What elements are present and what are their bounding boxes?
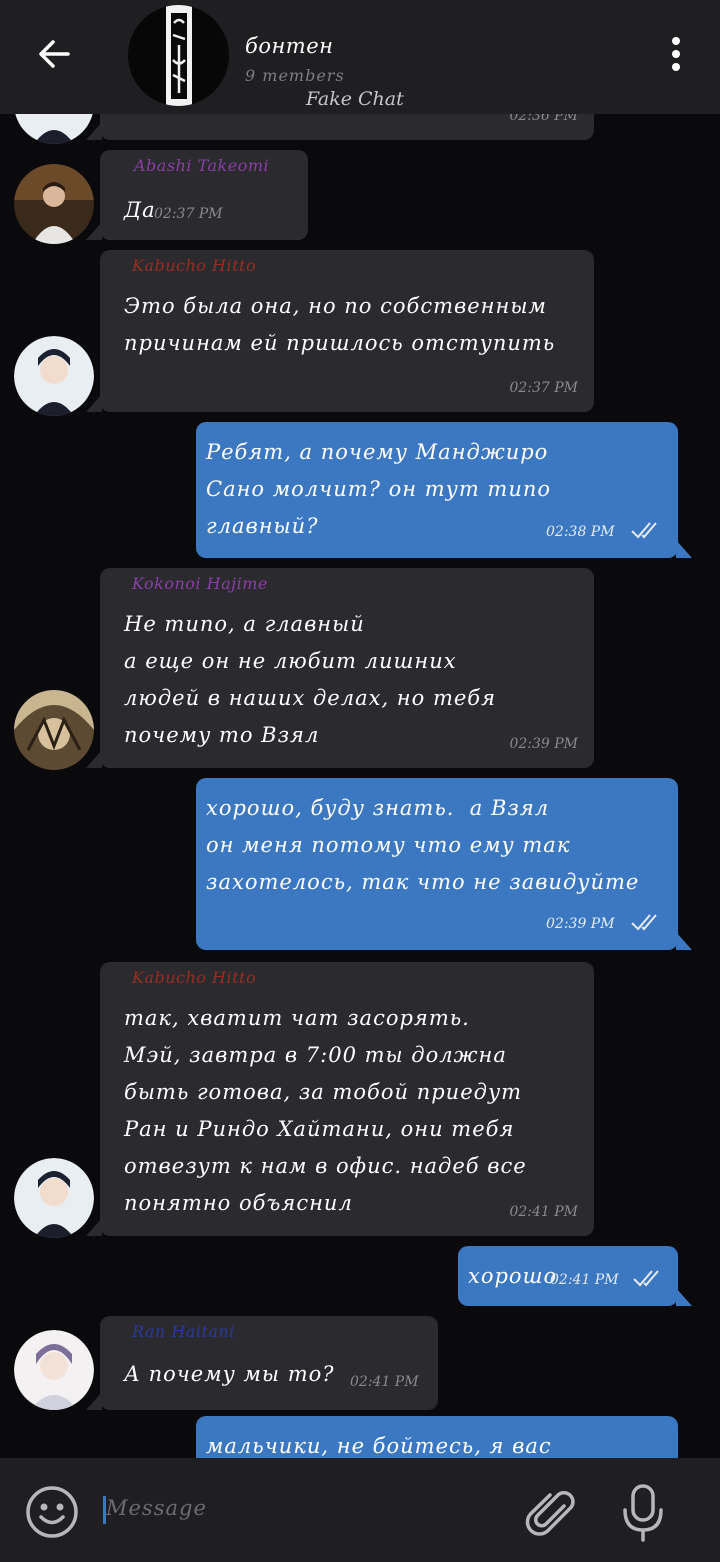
sender-name[interactable]: Kabucho Hitto [132, 968, 256, 987]
message-bubble-outgoing[interactable]: хорошо, буду знать. а Взял он меня потом… [196, 778, 692, 950]
avatar-abashi-takeomi[interactable] [14, 164, 94, 244]
message-time: 02:41 PM [350, 1374, 419, 1390]
message-bubble[interactable]: Abashi Takeomi Да 02:37 PM [86, 150, 308, 240]
message-row: Ran Haitani А почему мы то? 02:41 PM [0, 1316, 720, 1412]
message-bubble[interactable]: Kabucho Hitto так, хватит чат засорять. … [86, 962, 594, 1236]
message-bubble-outgoing[interactable]: хорошо 02:41 PM [458, 1246, 692, 1306]
read-receipt-icon [633, 1270, 659, 1287]
message-text: хорошо [468, 1264, 558, 1288]
sender-name[interactable]: Kabucho Hitto [132, 256, 256, 275]
read-receipt-icon [631, 914, 657, 931]
message-time: 02:36 PM [509, 114, 578, 124]
avatar-kabucho-hitto[interactable] [14, 1158, 94, 1238]
message-time: 02:41 PM [509, 1204, 578, 1220]
back-arrow-icon[interactable] [34, 34, 74, 74]
message-input-bar: Message [0, 1458, 720, 1562]
fake-chat-watermark: Fake Chat [306, 88, 404, 110]
sender-name[interactable]: Ran Haitani [132, 1322, 235, 1341]
avatar-ran-haitani[interactable] [14, 1330, 94, 1410]
message-bubble[interactable]: Ran Haitani А почему мы то? 02:41 PM [86, 1316, 438, 1410]
message-row: Kabucho Hitto так, хватит чат засорять. … [0, 962, 720, 1238]
message-text: хорошо, буду знать. а Взял он меня потом… [206, 796, 640, 894]
message-text: мальчики, не бойтесь, я вас [206, 1434, 552, 1458]
read-receipt-icon [631, 522, 657, 539]
message-text: Да [124, 198, 156, 222]
paperclip-icon[interactable] [524, 1486, 580, 1542]
message-row: Abashi Takeomi Да 02:37 PM [0, 150, 720, 244]
message-bubble[interactable]: Kokonoi Hajime Не типо, а главный а еще … [86, 568, 594, 768]
sender-name[interactable]: Abashi Takeomi [134, 156, 269, 175]
avatar-kabucho-hitto[interactable] [14, 336, 94, 416]
message-bubble-outgoing[interactable]: Ребят, а почему Манджиро Сано молчит? он… [196, 422, 692, 558]
message-row-partial: мальчики, не бойтесь, я вас [0, 1416, 720, 1458]
message-text: Ребят, а почему Манджиро Сано молчит? он… [206, 440, 552, 538]
message-text: А почему мы то? [124, 1362, 335, 1386]
group-avatar[interactable] [128, 5, 229, 106]
message-bubble[interactable]: Kabucho Hitto Это была она, но по собств… [86, 250, 594, 412]
message-text: Это была она, но по собственным причинам… [124, 294, 556, 355]
message-input[interactable]: Message [106, 1496, 207, 1520]
message-text: Не типо, а главный а еще он не любит лиш… [124, 612, 497, 747]
emoji-icon[interactable] [24, 1484, 80, 1540]
avatar-kokonoi-hajime[interactable] [14, 690, 94, 770]
bonten-logo-icon [166, 5, 192, 106]
message-time: 02:37 PM [509, 380, 578, 396]
message-bubble-outgoing[interactable]: мальчики, не бойтесь, я вас [196, 1416, 678, 1458]
message-time: 02:37 PM [154, 206, 223, 222]
message-row: Ребят, а почему Манджиро Сано молчит? он… [0, 422, 720, 560]
message-time: 02:39 PM [509, 736, 578, 752]
message-time: 02:39 PM [546, 916, 615, 932]
members-count: 9 members [245, 66, 345, 85]
chat-title[interactable]: бонтен [245, 34, 333, 58]
message-row: хорошо 02:41 PM [0, 1246, 720, 1308]
message-time: 02:38 PM [546, 524, 615, 540]
avatar-kabucho-hitto[interactable] [14, 114, 94, 144]
message-time: 02:41 PM [550, 1272, 619, 1288]
message-row-partial: 02:36 PM [0, 114, 720, 144]
message-list[interactable]: 02:36 PM Abashi Takeomi Да 02:37 PM Kabu… [0, 114, 720, 1458]
microphone-icon[interactable] [618, 1484, 668, 1542]
message-row: Kabucho Hitto Это была она, но по собств… [0, 250, 720, 416]
more-options-icon[interactable] [668, 36, 684, 72]
message-row: хорошо, буду знать. а Взял он меня потом… [0, 778, 720, 952]
message-text: так, хватит чат засорять. Мэй, завтра в … [124, 1006, 527, 1215]
sender-name[interactable]: Kokonoi Hajime [132, 574, 268, 593]
message-bubble[interactable]: 02:36 PM [86, 114, 594, 140]
message-row: Kokonoi Hajime Не типо, а главный а еще … [0, 568, 720, 770]
